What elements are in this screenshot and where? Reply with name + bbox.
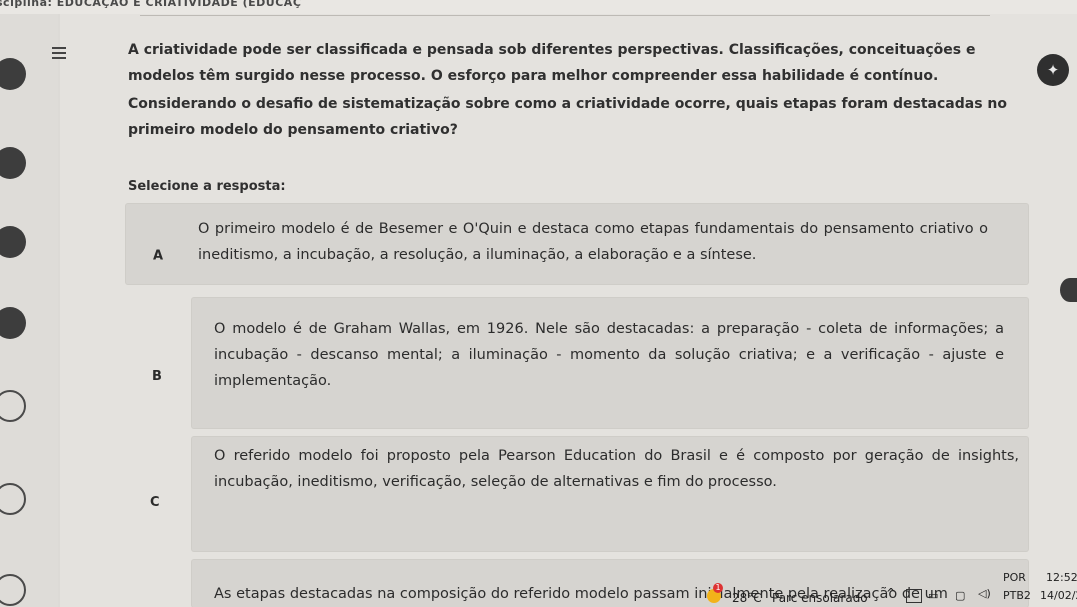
language-code[interactable]: POR bbox=[1003, 571, 1026, 584]
answer-option-b[interactable]: B O modelo é de Graham Wallas, em 1926. … bbox=[152, 298, 1028, 428]
question-nav-marker[interactable] bbox=[0, 58, 26, 90]
option-letter: C bbox=[150, 495, 160, 510]
option-text: O referido modelo foi proposto pela Pear… bbox=[214, 448, 1019, 490]
select-answer-label: Selecione a resposta: bbox=[128, 179, 286, 194]
option-text: O primeiro modelo é de Besemer e O'Quin … bbox=[198, 221, 988, 263]
question-nav-marker[interactable] bbox=[0, 226, 26, 258]
answer-option-c[interactable]: C O referido modelo foi proposto pela Pe… bbox=[150, 437, 1028, 551]
window-title: sciplina: EDUCAÇÃO E CRIATIVIDADE (EDUCA… bbox=[0, 0, 302, 9]
menu-icon[interactable] bbox=[52, 47, 66, 59]
weather-temp[interactable]: 28°C bbox=[732, 591, 762, 605]
question-intro: A criatividade pode ser classificada e p… bbox=[128, 42, 976, 84]
notification-badge: 1 bbox=[713, 583, 723, 593]
answer-option-a[interactable]: A O primeiro modelo é de Besemer e O'Qui… bbox=[126, 204, 1028, 284]
header-divider bbox=[140, 15, 990, 16]
option-text: O modelo é de Graham Wallas, em 1926. Ne… bbox=[214, 321, 1004, 389]
battery-icon[interactable]: ▭ bbox=[928, 589, 938, 602]
question-nav-marker[interactable] bbox=[0, 483, 26, 515]
question-nav-marker[interactable] bbox=[0, 147, 26, 179]
question-prompt: Considerando o desafio de sistematização… bbox=[128, 96, 1007, 138]
option-letter: B bbox=[152, 369, 162, 384]
option-letter: A bbox=[153, 248, 164, 264]
speaker-icon[interactable]: ◁) bbox=[978, 587, 991, 600]
weather-desc[interactable]: Parc ensolarado bbox=[772, 591, 868, 605]
network-icon[interactable] bbox=[906, 589, 922, 603]
clock-time[interactable]: 12:52 bbox=[1046, 571, 1077, 584]
question-nav-marker[interactable] bbox=[0, 574, 26, 606]
scroll-handle[interactable] bbox=[1060, 278, 1077, 302]
chat-bubble-icon[interactable]: ✦ bbox=[1037, 54, 1069, 86]
keyboard-layout[interactable]: PTB2 bbox=[1003, 589, 1031, 602]
question-nav-marker[interactable] bbox=[0, 390, 26, 422]
clock-date[interactable]: 14/02/2 bbox=[1040, 589, 1077, 602]
option-text: As etapas destacadas na composição do re… bbox=[214, 586, 948, 602]
display-icon[interactable]: ▢ bbox=[955, 589, 965, 602]
question-nav-strip bbox=[0, 14, 58, 607]
answer-option-d[interactable]: As etapas destacadas na composição do re… bbox=[192, 560, 1028, 607]
chevron-up-icon[interactable]: ^ bbox=[886, 586, 896, 600]
window-title-bar: sciplina: EDUCAÇÃO E CRIATIVIDADE (EDUCA… bbox=[0, 0, 1077, 14]
question-nav-marker[interactable] bbox=[0, 307, 26, 339]
